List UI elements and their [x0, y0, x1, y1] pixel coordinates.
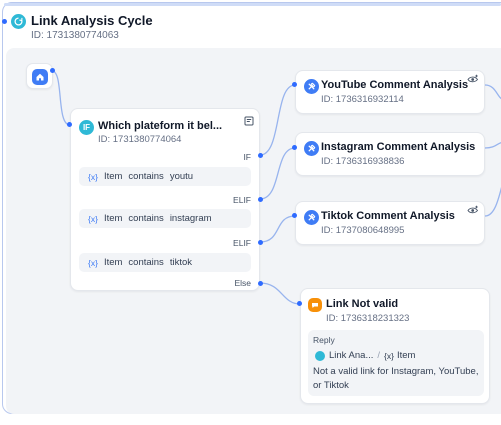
elif-1-output-port[interactable] [258, 197, 263, 202]
if-else-icon: IF [79, 120, 94, 135]
tool-icon [304, 79, 319, 94]
start-node[interactable] [26, 63, 53, 89]
instagram-analysis-node[interactable]: Instagram Comment Analysis ID: 173631693… [295, 132, 485, 176]
wire-elif-to-instagram [259, 147, 296, 200]
reply-label: Reply [313, 335, 335, 345]
reply-variable-tag: Link Ana... / {x} Item [315, 350, 415, 361]
answer-input-port[interactable] [297, 301, 302, 306]
condition-value: tiktok [169, 257, 192, 268]
if-input-port[interactable] [67, 122, 72, 127]
if-else-node[interactable]: IF Which plateform it bel... ID: 1731380… [70, 108, 260, 291]
variable-icon: {x} [88, 257, 98, 268]
if-output-port[interactable] [258, 153, 263, 158]
case-label-else: Else [234, 278, 251, 288]
reply-var-name: Item [396, 350, 416, 361]
node-title: Link Not valid [326, 298, 399, 310]
condition-row-tiktok[interactable]: {x} Item contains tiktok [79, 253, 251, 272]
variable-icon: {x} [384, 350, 394, 361]
condition-operator: contains [128, 171, 164, 182]
case-label-if: IF [243, 152, 251, 162]
reply-var-node: Link Ana... [329, 350, 374, 361]
answer-node[interactable]: Link Not valid ID: 1736318231323 Reply L… [300, 288, 490, 404]
iteration-icon [315, 350, 325, 361]
if-node-id: ID: 1731380774064 [98, 134, 182, 145]
case-label-elif-1: ELIF [233, 195, 251, 205]
tiktok-analysis-node[interactable]: Tiktok Comment Analysis ID: 173708064899… [295, 201, 485, 245]
condition-row-instagram[interactable]: {x} Item contains instagram [79, 209, 251, 228]
wire-start-to-if [51, 70, 71, 126]
condition-variable: Item [103, 213, 123, 224]
condition-operator: contains [128, 213, 164, 224]
condition-row-youtu[interactable]: {x} Item contains youtu [79, 167, 251, 186]
condition-value: instagram [169, 213, 212, 224]
instagram-input-port[interactable] [292, 145, 297, 150]
if-node-title: Which plateform it bel... [98, 120, 223, 132]
youtube-analysis-node[interactable]: YouTube Comment Analysis ID: 17363169321… [295, 70, 485, 114]
answer-icon [308, 298, 322, 312]
condition-operator: contains [128, 257, 164, 268]
condition-variable: Item [103, 257, 123, 268]
wire-youtube-out [484, 84, 501, 100]
condition-value: youtu [169, 171, 194, 182]
else-output-port[interactable] [258, 281, 263, 286]
node-title: YouTube Comment Analysis [321, 79, 469, 91]
eye-icon[interactable] [467, 205, 479, 215]
tool-icon [304, 210, 319, 225]
variable-icon: {x} [88, 171, 98, 182]
case-label-elif-2: ELIF [233, 238, 251, 248]
node-id: ID: 1737080648995 [321, 225, 405, 236]
elif-2-output-port[interactable] [258, 240, 263, 245]
wire-elif-to-tiktok [259, 215, 296, 243]
variable-icon: {x} [88, 213, 98, 224]
node-title: Instagram Comment Analysis [321, 141, 476, 153]
wire-instagram-out [484, 141, 501, 149]
home-icon [32, 69, 48, 85]
node-id: ID: 1736316938836 [321, 156, 405, 167]
note-icon[interactable] [244, 116, 254, 126]
wire-if-to-youtube [259, 84, 296, 156]
node-id: ID: 1736316932114 [321, 94, 404, 105]
start-output-port[interactable] [50, 68, 55, 73]
youtube-input-port[interactable] [292, 82, 297, 87]
wire-tiktok-out [484, 186, 501, 217]
node-id: ID: 1736318231323 [326, 313, 410, 324]
condition-variable: Item [103, 171, 123, 182]
wire-else-to-answer [259, 282, 301, 305]
reply-box[interactable]: Reply Link Ana... / {x} Item Not a valid… [308, 330, 484, 396]
node-title: Tiktok Comment Analysis [321, 210, 455, 222]
eye-icon[interactable] [467, 74, 479, 84]
tiktok-input-port[interactable] [292, 213, 297, 218]
tool-icon [304, 141, 319, 156]
reply-text: Not a valid link for Instagram, YouTube,… [313, 366, 479, 391]
